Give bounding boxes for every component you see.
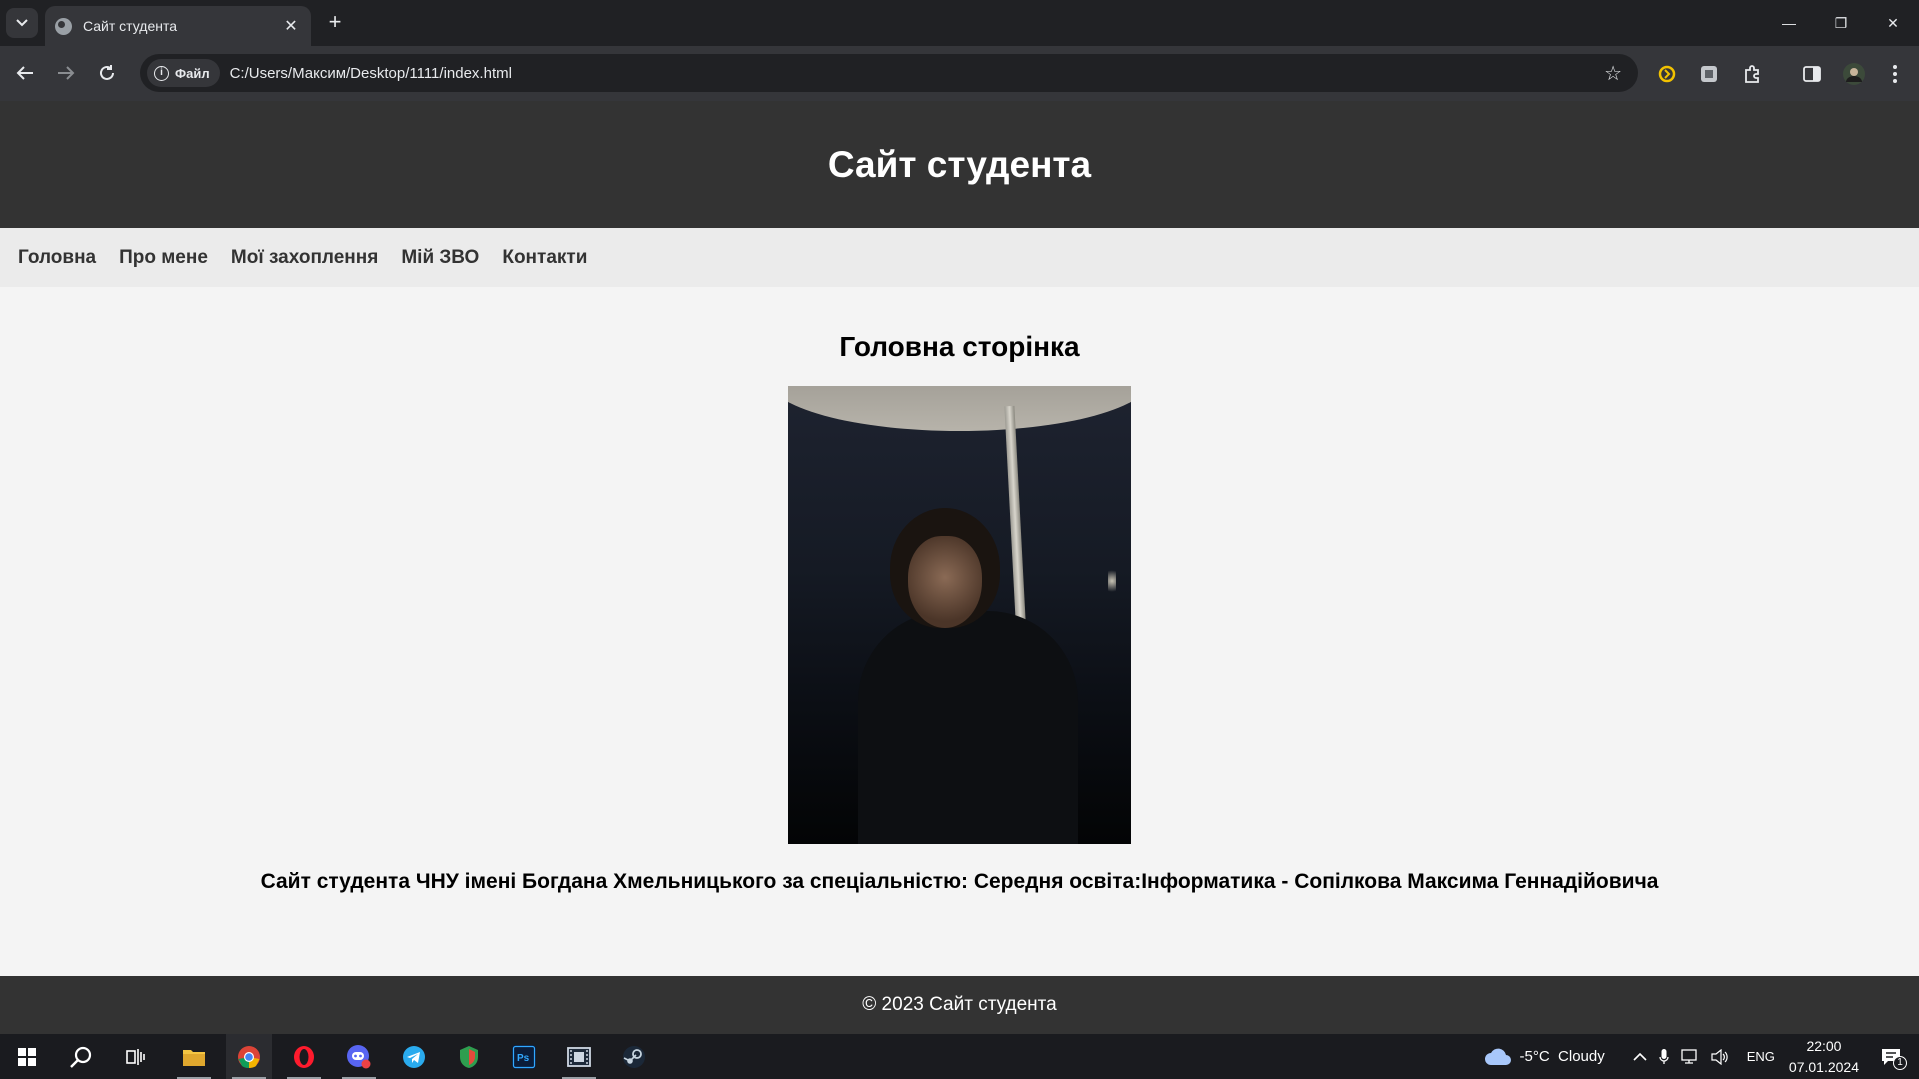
- chevron-down-icon: [16, 19, 28, 27]
- side-panel-icon[interactable]: [1801, 63, 1823, 85]
- task-view-button[interactable]: [113, 1034, 159, 1079]
- folder-icon: [183, 1049, 205, 1066]
- nav-link-contacts[interactable]: Контакти: [502, 247, 587, 269]
- site-header: Сайт студента: [0, 101, 1919, 228]
- extension-lens-icon[interactable]: [1656, 63, 1678, 85]
- arrow-right-icon: [58, 66, 75, 80]
- taskbar-file-explorer[interactable]: [171, 1034, 217, 1079]
- profile-avatar[interactable]: [1843, 63, 1865, 85]
- shield-app-icon: [460, 1045, 478, 1068]
- clock[interactable]: 22:00 07.01.2024: [1789, 1036, 1859, 1078]
- site-info-chip[interactable]: i Файл: [147, 59, 220, 87]
- tab-search-button[interactable]: [6, 8, 38, 38]
- taskbar-discord[interactable]: [336, 1034, 382, 1079]
- browser-toolbar: i Файл C:/Users/Максим/Desktop/1111/inde…: [0, 46, 1919, 101]
- weather-text: -5°C Cloudy: [1519, 1048, 1605, 1065]
- steam-icon: [623, 1045, 645, 1068]
- system-tray: -5°C Cloudy ENG 22:00 07.01.2024 1: [1478, 1034, 1919, 1079]
- tab-title: Сайт студента: [83, 18, 178, 34]
- search-button[interactable]: [58, 1034, 104, 1079]
- notification-center-button[interactable]: 1: [1881, 1048, 1907, 1070]
- clock-time: 22:00: [1806, 1037, 1842, 1054]
- site-nav: Головна Про мене Мої захоплення Мій ЗВО …: [0, 228, 1919, 287]
- restore-button[interactable]: ❐: [1815, 0, 1867, 46]
- weather-widget[interactable]: -5°C Cloudy: [1484, 1048, 1605, 1066]
- new-tab-button[interactable]: +: [322, 10, 348, 36]
- svg-text:Ps: Ps: [517, 1053, 530, 1064]
- web-page: Сайт студента Головна Про мене Мої захоп…: [0, 101, 1919, 1034]
- minimize-button[interactable]: —: [1763, 0, 1815, 46]
- search-icon: [70, 1046, 92, 1068]
- extensions-puzzle-icon[interactable]: [1741, 63, 1763, 85]
- opera-icon: [294, 1045, 314, 1068]
- forward-button[interactable]: [51, 58, 81, 88]
- info-icon: i: [154, 65, 169, 81]
- film-icon: [567, 1046, 591, 1067]
- footer-copyright: © 2023 Сайт студента: [862, 994, 1057, 1015]
- windows-logo-icon: [18, 1047, 36, 1066]
- notification-count: 1: [1893, 1055, 1907, 1070]
- taskbar-shield-app[interactable]: [446, 1034, 492, 1079]
- back-button[interactable]: [10, 58, 40, 88]
- window-controls: — ❐ ✕: [1763, 0, 1919, 46]
- nav-link-university[interactable]: Мій ЗВО: [401, 247, 479, 269]
- clock-date: 07.01.2024: [1788, 1058, 1859, 1075]
- taskbar-photoshop[interactable]: Ps: [501, 1034, 547, 1079]
- main-content: Головна сторінка Сайт студента ЧНУ імені…: [0, 331, 1919, 894]
- nav-link-hobbies[interactable]: Мої захоплення: [231, 247, 378, 269]
- bookmark-star-icon[interactable]: ☆: [1604, 61, 1622, 86]
- arrow-left-icon: [16, 66, 33, 80]
- site-chip-label: Файл: [175, 65, 210, 81]
- address-bar[interactable]: i Файл C:/Users/Максим/Desktop/1111/inde…: [140, 54, 1638, 92]
- taskbar-video-editor[interactable]: [556, 1034, 602, 1079]
- site-title: Сайт студента: [827, 143, 1092, 185]
- taskbar-opera[interactable]: [281, 1034, 327, 1079]
- taskbar-steam[interactable]: [611, 1034, 657, 1079]
- menu-kebab-icon[interactable]: [1884, 63, 1906, 85]
- network-icon[interactable]: [1681, 1048, 1699, 1065]
- windows-taskbar: Ps -5°C Cloudy ENG 22:00 07.01.2024 1: [0, 1034, 1919, 1079]
- globe-icon: [55, 17, 72, 35]
- cloud-icon: [1484, 1048, 1511, 1065]
- microphone-icon[interactable]: [1659, 1048, 1669, 1065]
- nav-link-about[interactable]: Про мене: [119, 247, 208, 269]
- browser-tab[interactable]: Сайт студента ✕: [45, 6, 311, 46]
- chrome-icon: [238, 1045, 260, 1068]
- browser-tabstrip: Сайт студента ✕ + — ❐ ✕: [0, 0, 1919, 46]
- reload-button[interactable]: [92, 58, 122, 88]
- chevron-up-icon[interactable]: [1633, 1052, 1647, 1061]
- nav-link-home[interactable]: Головна: [18, 247, 96, 269]
- close-tab-icon[interactable]: ✕: [281, 16, 301, 36]
- telegram-icon: [403, 1045, 425, 1068]
- extension-square-icon[interactable]: [1698, 63, 1720, 85]
- taskbar-chrome[interactable]: [226, 1034, 272, 1079]
- url-text[interactable]: C:/Users/Максим/Desktop/1111/index.html: [230, 65, 1604, 82]
- close-window-button[interactable]: ✕: [1867, 0, 1919, 46]
- section-title: Головна сторінка: [839, 331, 1080, 362]
- site-description: Сайт студента ЧНУ імені Богдана Хмельниц…: [260, 870, 1659, 893]
- student-photo: [788, 386, 1131, 844]
- site-footer: © 2023 Сайт студента: [0, 976, 1919, 1034]
- reload-icon: [100, 65, 114, 80]
- discord-icon: [347, 1044, 371, 1068]
- language-indicator[interactable]: ENG: [1747, 1049, 1775, 1064]
- language-text: ENG: [1746, 1049, 1775, 1064]
- taskbar-telegram[interactable]: [391, 1034, 437, 1079]
- photoshop-icon: Ps: [512, 1044, 536, 1069]
- start-button[interactable]: [4, 1034, 50, 1079]
- task-view-icon: [126, 1048, 145, 1065]
- volume-icon[interactable]: [1711, 1048, 1729, 1065]
